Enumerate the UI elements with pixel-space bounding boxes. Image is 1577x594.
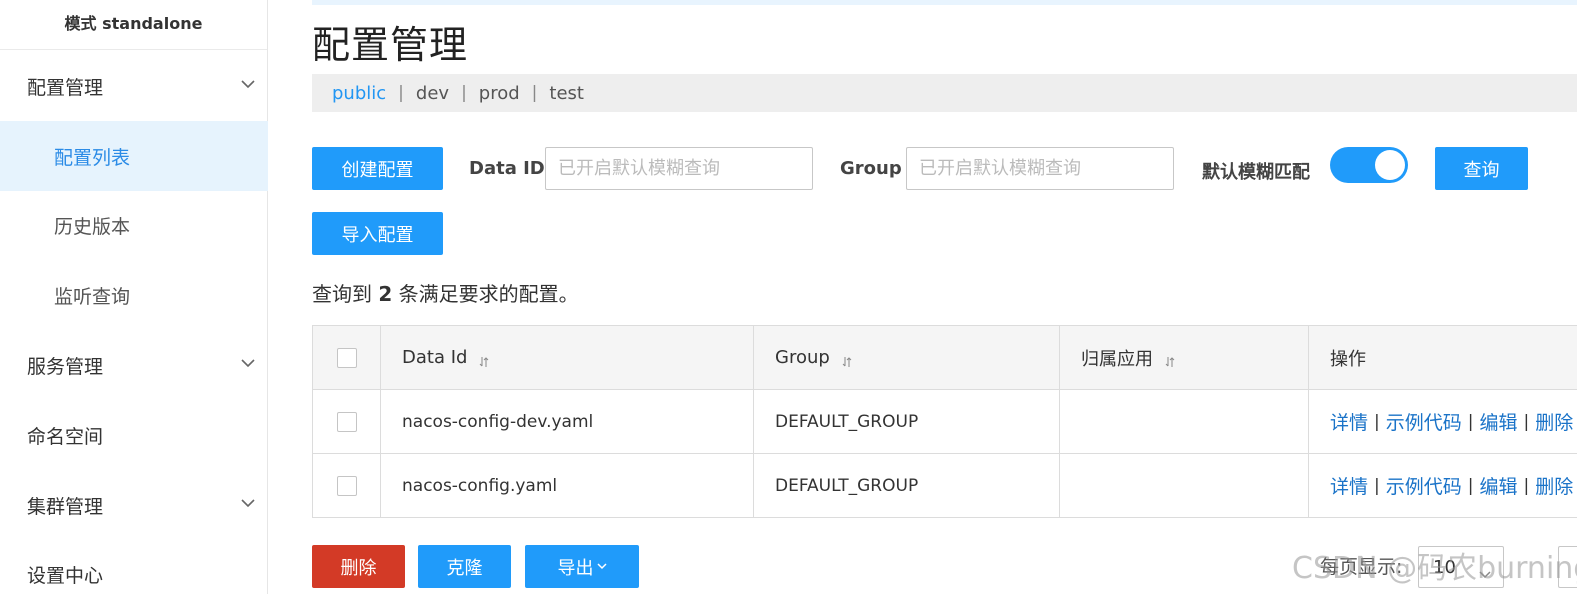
detail-link[interactable]: 详情 [1330,408,1368,435]
sidebar-item-label: 监听查询 [54,285,131,308]
fuzzy-match-label: 默认模糊匹配 [1202,162,1310,183]
fuzzy-match-toggle[interactable] [1330,147,1408,183]
column-header-label: Group [775,347,830,368]
sample-code-link[interactable]: 示例代码 [1386,408,1462,435]
create-config-button[interactable]: 创建配置 [312,147,443,190]
namespace-bar: public | dev | prod | test [312,74,1577,112]
op-separator: | [1467,411,1474,432]
cell-dataid: nacos-config-dev.yaml [381,390,754,453]
cell-app [1060,390,1309,453]
sidebar-item-label: 集群管理 [27,495,104,518]
main-content: 配置管理 public | dev | prod | test 创建配置 Dat… [268,0,1577,594]
chevron-down-icon [241,80,255,91]
query-button[interactable]: 查询 [1435,147,1528,190]
column-header-label: 操作 [1330,348,1366,370]
export-button[interactable]: 导出 [525,545,639,588]
chevron-down-icon [596,563,607,570]
toggle-knob [1375,150,1405,180]
namespace-separator: | [461,83,467,103]
cell-group: DEFAULT_GROUP [754,454,1060,517]
namespace-prod[interactable]: prod [479,83,520,104]
sidebar-item-service-management[interactable]: 服务管理 [0,330,268,400]
header-operations: 操作 [1309,326,1577,389]
detail-link[interactable]: 详情 [1330,472,1368,499]
header-app[interactable]: 归属应用 [1060,326,1309,389]
sidebar-item-history[interactable]: 历史版本 [0,190,268,260]
namespace-dev[interactable]: dev [416,83,449,104]
chevron-down-icon [241,499,255,510]
column-header-label: 归属应用 [1081,348,1153,370]
sidebar-item-namespace[interactable]: 命名空间 [0,400,268,470]
chevron-down-icon [241,359,255,370]
namespace-separator: | [398,83,404,103]
export-button-label: 导出 [557,557,594,579]
sample-code-link[interactable]: 示例代码 [1386,472,1462,499]
dataid-input[interactable] [545,147,813,190]
sidebar-item-settings[interactable]: 设置中心 [0,539,268,594]
mode-label: 模式 standalone [0,0,267,50]
namespace-public[interactable]: public [332,83,386,104]
dataid-label: Data ID [469,158,545,179]
sort-icon[interactable] [479,352,489,367]
header-group[interactable]: Group [754,326,1060,389]
op-separator: | [1374,475,1380,496]
sidebar-item-label: 历史版本 [54,215,131,238]
sidebar-item-label: 服务管理 [27,355,104,378]
top-strip [312,0,1577,5]
row-checkbox[interactable] [336,411,357,432]
row-checkbox[interactable] [336,475,357,496]
table-header-row: Data Id Group 归属应用 操作 [313,326,1577,390]
group-input[interactable] [906,147,1174,190]
cell-app [1060,454,1309,517]
watermark: CSDN @码农burning [1292,551,1577,586]
delete-link[interactable]: 删除 [1535,408,1573,435]
op-separator: | [1523,411,1530,432]
cell-dataid: nacos-config.yaml [381,454,754,517]
delete-link[interactable]: 删除 [1535,472,1573,499]
result-suffix: 条满足要求的配置。 [398,282,579,306]
op-separator: | [1374,411,1380,432]
result-count: 2 [378,282,393,306]
cell-operations: 详情 | 示例代码 | 编辑 | 删除 [1309,454,1577,517]
table-row: nacos-config-dev.yaml DEFAULT_GROUP 详情 |… [313,390,1577,454]
result-summary: 查询到 2 条满足要求的配置。 [312,278,579,307]
column-header-label: Data Id [402,347,468,368]
sort-icon[interactable] [842,352,852,367]
page-title: 配置管理 [312,23,469,67]
clone-button[interactable]: 克隆 [418,545,511,588]
namespace-test[interactable]: test [549,83,584,104]
sidebar-item-label: 配置列表 [54,146,131,169]
namespace-separator: | [531,83,538,103]
sidebar-item-listener-query[interactable]: 监听查询 [0,260,268,330]
sidebar-item-config-management[interactable]: 配置管理 [0,51,268,121]
cell-group: DEFAULT_GROUP [754,390,1060,453]
op-separator: | [1467,475,1474,496]
cell-operations: 详情 | 示例代码 | 编辑 | 删除 [1309,390,1577,453]
sidebar-item-cluster-management[interactable]: 集群管理 [0,470,268,540]
table-row: nacos-config.yaml DEFAULT_GROUP 详情 | 示例代… [313,454,1577,518]
delete-button[interactable]: 删除 [312,545,405,588]
sort-icon[interactable] [1165,352,1175,367]
sidebar-item-config-list[interactable]: 配置列表 [0,121,268,191]
edit-link[interactable]: 编辑 [1480,408,1518,435]
sidebar-item-label: 配置管理 [27,76,104,99]
edit-link[interactable]: 编辑 [1480,472,1518,499]
op-separator: | [1523,475,1530,496]
sidebar-item-label: 命名空间 [27,425,104,448]
header-select-cell [313,326,381,389]
header-dataid[interactable]: Data Id [381,326,754,389]
result-prefix: 查询到 [312,282,372,306]
sidebar: 模式 standalone 配置管理 配置列表 历史版本 监听查询 服务管理 命… [0,0,268,594]
import-config-button[interactable]: 导入配置 [312,212,443,255]
select-all-checkbox[interactable] [336,347,357,368]
row-select-cell [313,454,381,517]
sidebar-item-label: 设置中心 [27,564,104,587]
config-table: Data Id Group 归属应用 操作 nacos-config-dev.y… [312,325,1577,518]
group-label: Group [840,158,902,179]
row-select-cell [313,390,381,453]
